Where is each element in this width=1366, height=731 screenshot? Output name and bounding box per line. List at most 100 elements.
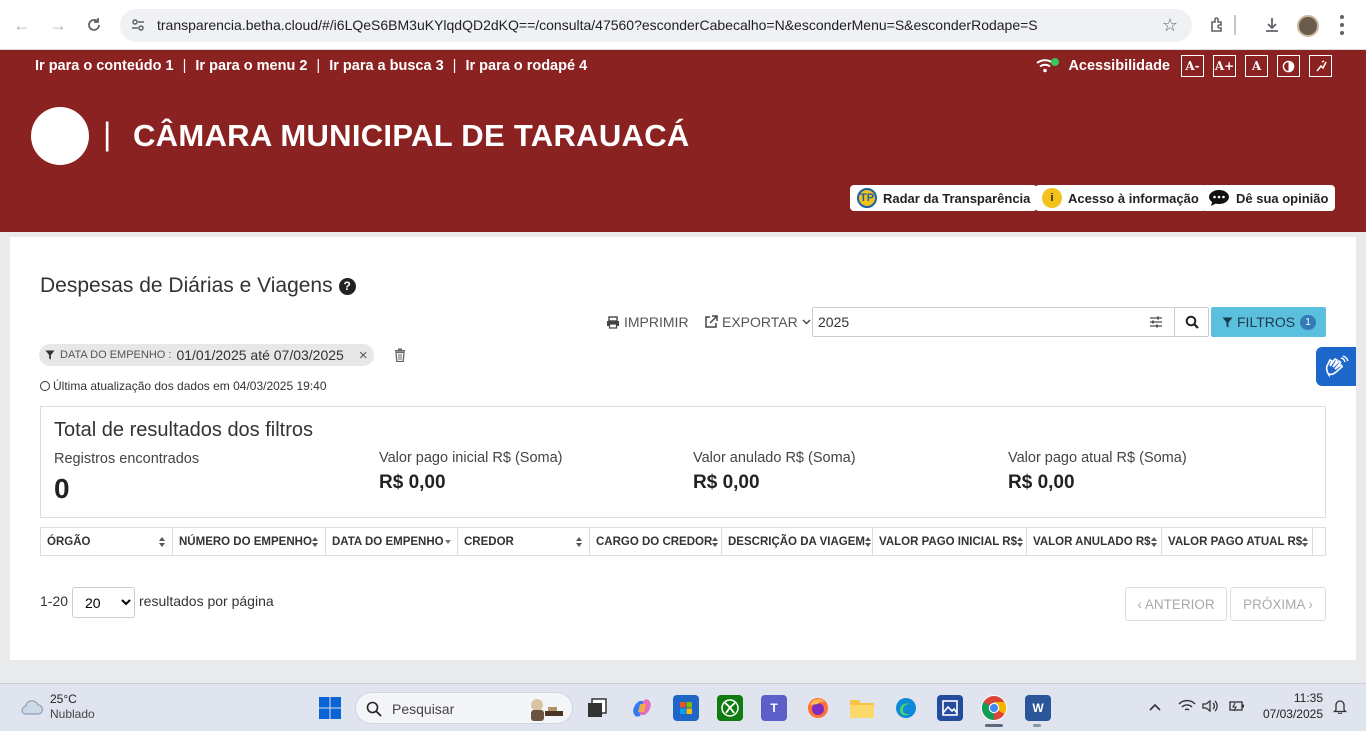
help-icon[interactable]: ? (338, 278, 356, 295)
copilot-icon[interactable] (629, 695, 655, 721)
column-orgao[interactable]: ÓRGÃO (41, 528, 173, 555)
notification-bell-icon[interactable] (1332, 698, 1348, 717)
sort-icon (1150, 536, 1158, 547)
address-bar[interactable]: transparencia.betha.cloud/#/i6LQeS6BM3uK… (120, 9, 1192, 42)
annulled-value: R$ 0,00 (693, 472, 760, 493)
url-text[interactable]: transparencia.betha.cloud/#/i6LQeS6BM3uK… (157, 17, 1038, 33)
contrast-toggle-icon[interactable] (1277, 55, 1300, 77)
radar-icon: TP (857, 188, 877, 208)
battery-icon[interactable] (1227, 699, 1245, 716)
sort-icon (1017, 536, 1023, 547)
browser-toolbar: ← → transparencia.betha.cloud/#/i6LQeS6B… (0, 0, 1366, 50)
column-data-empenho[interactable]: DATA DO EMPENHO (326, 528, 458, 555)
cloud-icon (21, 700, 44, 715)
font-reset-button[interactable]: A (1245, 55, 1268, 77)
site-title[interactable]: CÂMARA MUNICIPAL DE TARAUACÁ (133, 118, 690, 154)
acesso-label: Acesso à informação (1068, 190, 1199, 206)
de-sua-opiniao-button[interactable]: Dê sua opinião (1201, 185, 1336, 211)
site-logo[interactable] (31, 107, 89, 165)
photos-app-icon[interactable] (937, 695, 963, 721)
sort-icon (576, 536, 583, 547)
forward-arrow-icon[interactable]: → (46, 13, 70, 37)
column-numero-empenho[interactable]: NÚMERO DO EMPENHO (173, 528, 326, 555)
weather-widget[interactable]: 25°C Nublado (18, 692, 95, 722)
radar-transparencia-button[interactable]: TP Radar da Transparência (850, 185, 1038, 211)
word-icon[interactable]: W (1025, 695, 1051, 721)
volume-icon[interactable] (1202, 699, 1220, 716)
search-icon (1185, 315, 1199, 329)
accessibility-bar: Acessibilidade A- A+ A (1035, 55, 1332, 77)
font-increase-button[interactable]: A+ (1213, 55, 1236, 77)
search-input[interactable] (813, 308, 1171, 336)
previous-page-button[interactable]: ‹ ANTERIOR (1125, 587, 1227, 621)
skip-separator: | (316, 58, 321, 74)
toolbar-divider (1234, 15, 1236, 35)
profile-avatar[interactable] (1297, 15, 1319, 37)
paid-initial-value: R$ 0,00 (379, 472, 446, 493)
skip-link-content[interactable]: Ir para o conteúdo 1 (35, 58, 174, 74)
filter-chip-label: DATA DO EMPENHO : (60, 349, 172, 361)
taskbar-search[interactable]: Pesquisar (355, 692, 573, 724)
wifi-icon[interactable] (1178, 699, 1196, 716)
trash-icon[interactable] (394, 348, 406, 362)
reload-icon[interactable] (82, 13, 106, 37)
task-view-icon[interactable] (584, 695, 610, 721)
sort-desc-icon (445, 539, 451, 544)
edge-icon[interactable] (893, 695, 919, 721)
search-box (812, 307, 1209, 337)
totals-panel: Total de resultados dos filtros Registro… (40, 406, 1326, 518)
remove-filter-icon[interactable]: × (359, 347, 368, 364)
bookmark-star-icon[interactable]: ☆ (1162, 15, 1178, 36)
sign-language-icon[interactable] (1309, 55, 1332, 77)
opiniao-label: Dê sua opinião (1236, 190, 1329, 206)
column-credor[interactable]: CREDOR (458, 528, 590, 555)
speech-bubble-icon (1208, 189, 1230, 207)
font-decrease-button[interactable]: A- (1181, 55, 1204, 77)
open-app-indicator (1033, 724, 1041, 727)
chrome-icon[interactable] (981, 695, 1007, 721)
export-dropdown[interactable]: EXPORTAR (704, 314, 811, 330)
xbox-icon[interactable] (717, 695, 743, 721)
search-icon (366, 701, 382, 717)
search-highlight-icon (522, 696, 566, 722)
show-hidden-icons-icon[interactable] (1148, 699, 1162, 715)
column-valor-pago-atual[interactable]: VALOR PAGO ATUAL R$ (1162, 528, 1313, 555)
search-settings-icon[interactable] (1149, 315, 1163, 329)
windows-start-icon[interactable] (317, 695, 343, 721)
filter-chip-value: 01/01/2025 até 07/03/2025 (176, 347, 344, 363)
column-cargo-credor[interactable]: CARGO DO CREDOR (590, 528, 722, 555)
browser-menu-icon[interactable] (1336, 13, 1348, 37)
skip-separator: | (452, 58, 457, 74)
column-valor-pago-inicial[interactable]: VALOR PAGO INICIAL R$ (873, 528, 1027, 555)
search-button[interactable] (1174, 308, 1209, 336)
active-filter-chip: DATA DO EMPENHO : 01/01/2025 até 07/03/2… (39, 344, 374, 366)
skip-link-search[interactable]: Ir para a busca 3 (329, 58, 443, 74)
column-descricao-viagem[interactable]: DESCRIÇÃO DA VIAGEM (722, 528, 873, 555)
next-page-button[interactable]: PRÓXIMA › (1230, 587, 1326, 621)
teams-icon[interactable]: T (761, 695, 787, 721)
system-clock[interactable]: 11:35 07/03/2025 (1256, 690, 1323, 722)
site-info-icon[interactable] (130, 17, 146, 33)
sort-icon (159, 536, 166, 547)
extensions-icon[interactable] (1206, 13, 1230, 37)
accessibility-label: Acessibilidade (1068, 58, 1170, 74)
file-explorer-icon[interactable] (849, 695, 875, 721)
skip-link-footer[interactable]: Ir para o rodapé 4 (465, 58, 587, 74)
filters-button[interactable]: FILTROS 1 (1211, 307, 1326, 337)
paid-current-label: Valor pago atual R$ (Soma) (1008, 450, 1187, 466)
acesso-informacao-button[interactable]: i Acesso à informação (1035, 185, 1206, 211)
download-icon[interactable] (1260, 13, 1284, 37)
radar-label: Radar da Transparência (883, 190, 1031, 206)
back-arrow-icon[interactable]: ← (10, 13, 34, 37)
windows-taskbar: 25°C Nublado Pesquisar T W 11:35 07/03/2… (0, 683, 1366, 731)
weather-condition: Nublado (50, 707, 95, 721)
print-button[interactable]: IMPRIMIR (606, 314, 689, 330)
page-size-select[interactable]: 20 (72, 587, 135, 618)
firefox-icon[interactable] (805, 695, 831, 721)
active-app-indicator (985, 724, 1003, 727)
clock-time: 11:35 (1293, 691, 1323, 705)
skip-link-menu[interactable]: Ir para o menu 2 (195, 58, 307, 74)
microsoft-store-icon[interactable] (673, 695, 699, 721)
column-valor-anulado[interactable]: VALOR ANULADO R$ (1027, 528, 1162, 555)
vlibras-widget-icon[interactable] (1316, 347, 1356, 386)
